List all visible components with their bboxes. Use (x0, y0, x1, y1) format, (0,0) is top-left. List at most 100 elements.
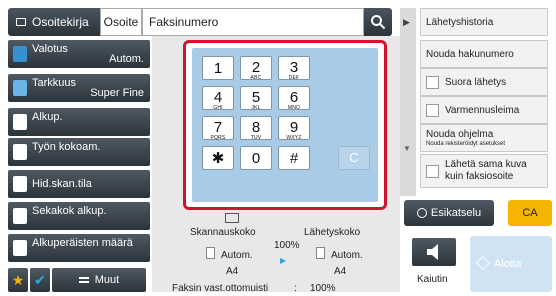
clear-key[interactable]: C (338, 146, 370, 170)
original-button[interactable]: Alkup. (8, 108, 150, 136)
resolution-icon (13, 80, 27, 96)
key-9[interactable]: 9 WXYZ (278, 116, 310, 141)
paper-icon (206, 247, 215, 259)
original-count-icon (13, 240, 27, 256)
recall-program-sublabel: Nouda rekisteröidyt asetukset (426, 141, 506, 147)
tab-address-book[interactable]: Osoitekirja (8, 8, 100, 36)
favorites-button[interactable]: ★ (8, 268, 28, 292)
send-same-image-line1: Lähetä sama kuva (445, 159, 527, 170)
numeric-keypad: 1 2 ABC 3 DEF 4 GHI 5 JKL 6 MNO 7 PQRS 8 TUV 9W… (183, 40, 387, 210)
key-3[interactable]: 3 DEF (278, 56, 310, 81)
scan-size-label: Skannauskoko (190, 227, 256, 238)
key-8[interactable]: 8 TUV (240, 116, 272, 141)
speaker-icon (427, 244, 438, 260)
send-size-label: Lähetyskoko (304, 227, 361, 238)
send-same-image-line2: kuin faksiosoite (445, 171, 514, 182)
key-0[interactable]: 0 (240, 146, 272, 170)
more-button[interactable]: Muut (52, 268, 146, 292)
exposure-value: Autom. (109, 53, 144, 65)
key-pause[interactable]: ✱ (202, 146, 234, 170)
ca-label: CA (522, 207, 538, 219)
checkbox-icon (426, 164, 439, 178)
key-hash[interactable]: # (278, 146, 310, 170)
exposure-icon (13, 46, 27, 62)
resolution-value: Super Fine (90, 87, 144, 99)
key-7[interactable]: 7 PQRS (202, 116, 234, 141)
send-same-image-text: Lähetä sama kuva kuin faksiosoite (445, 159, 527, 183)
preview-label: Esikatselu (430, 207, 482, 219)
key-6[interactable]: 6 MNO (278, 86, 310, 111)
check-settings-button[interactable]: ✔ (30, 268, 50, 292)
tab-address-label: Osoite (103, 15, 139, 29)
recall-search-number-label: Nouda hakunumero (426, 48, 514, 60)
fax-number-input[interactable]: Faksinumero (142, 8, 364, 36)
panel-scrollbar[interactable]: ▶ ▼ (400, 8, 416, 196)
keypad-area: 1 2 ABC 3 DEF 4 GHI 5 JKL 6 MNO 7 PQRS 8 TUV 9W… (192, 48, 378, 202)
direct-send-checkbox[interactable]: Suora lähetys (420, 68, 548, 96)
ratio-value: 100% (274, 240, 300, 251)
job-build-label: Työn kokoam. (32, 141, 101, 153)
send-history-button[interactable]: Lähetyshistoria (420, 8, 548, 36)
key-4[interactable]: 4 GHI (202, 86, 234, 111)
slow-scan-button[interactable]: Hid.skan.tila (8, 170, 150, 198)
speaker-button[interactable] (412, 238, 456, 266)
scan-size-auto: Autom. (221, 250, 253, 261)
checkbox-icon (426, 75, 439, 89)
original-label: Alkup. (32, 111, 63, 123)
start-button[interactable]: Aloita (470, 236, 552, 292)
slow-scan-label: Hid.skan.tila (32, 178, 92, 190)
key-1[interactable]: 1 (202, 56, 234, 80)
exposure-button[interactable]: Valotus Autom. (8, 40, 150, 68)
checkmark-icon: ✔ (34, 271, 46, 288)
recall-program-button[interactable]: Nouda ohjelma Nouda rekisteröidyt asetuk… (420, 124, 548, 152)
start-icon (475, 255, 491, 271)
mixed-original-label: Sekakok alkup. (32, 205, 107, 217)
mixed-original-button[interactable]: Sekakok alkup. (8, 202, 150, 230)
ca-button[interactable]: CA (508, 200, 552, 226)
address-book-icon (16, 18, 26, 26)
original-icon (13, 114, 27, 130)
slow-scan-icon (13, 176, 27, 192)
search-icon (371, 15, 386, 30)
fax-number-placeholder: Faksinumero (149, 15, 219, 29)
star-icon: ★ (11, 271, 25, 288)
search-button[interactable] (364, 8, 392, 36)
memory-colon: : (294, 283, 297, 294)
send-paper-size: A4 (334, 266, 347, 277)
key-5[interactable]: 5 JKL (240, 86, 272, 111)
more-label: Muut (94, 274, 120, 286)
tab-address-book-label: Osoitekirja (32, 15, 89, 29)
memory-label: Faksin vast.ottomuisti (172, 283, 269, 294)
scroll-down-icon: ▼ (403, 144, 411, 153)
send-same-image-checkbox[interactable]: Lähetä sama kuva kuin faksiosoite (420, 154, 548, 188)
key-2[interactable]: 2 ABC (240, 56, 272, 81)
more-icon (78, 277, 89, 283)
send-size-auto: Autom. (331, 250, 363, 261)
exposure-label: Valotus (32, 43, 68, 55)
scanner-icon (225, 213, 239, 223)
expand-arrow-icon: ▶ (403, 17, 410, 27)
preview-icon (416, 208, 427, 218)
speaker-label: Kaiutin (417, 274, 448, 285)
job-build-button[interactable]: Työn kokoam. (8, 138, 150, 166)
mixed-original-icon (13, 208, 27, 224)
paper-icon (316, 247, 325, 259)
direct-send-label: Suora lähetys (445, 76, 507, 88)
send-history-label: Lähetyshistoria (426, 16, 494, 28)
job-build-icon (13, 144, 27, 160)
checkbox-icon (426, 103, 439, 117)
scan-paper-size: A4 (226, 266, 239, 277)
verification-stamp-label: Varmennusleima (445, 104, 520, 116)
preview-button[interactable]: Esikatselu (404, 200, 494, 226)
recall-program-label: Nouda ohjelma (426, 129, 494, 140)
memory-value: 100% (310, 283, 336, 294)
resolution-label: Tarkkuus (32, 77, 77, 89)
tab-address[interactable]: Osoite (100, 8, 142, 36)
verification-stamp-checkbox[interactable]: Varmennusleima (420, 96, 548, 124)
arrow-right-icon: ▶ (280, 256, 287, 265)
original-count-label: Alkuperäisten määrä (32, 237, 133, 249)
resolution-button[interactable]: Tarkkuus Super Fine (8, 74, 150, 102)
recall-search-number-button[interactable]: Nouda hakunumero (420, 40, 548, 68)
start-label: Aloita (494, 258, 522, 270)
original-count-button[interactable]: Alkuperäisten määrä (8, 234, 150, 262)
